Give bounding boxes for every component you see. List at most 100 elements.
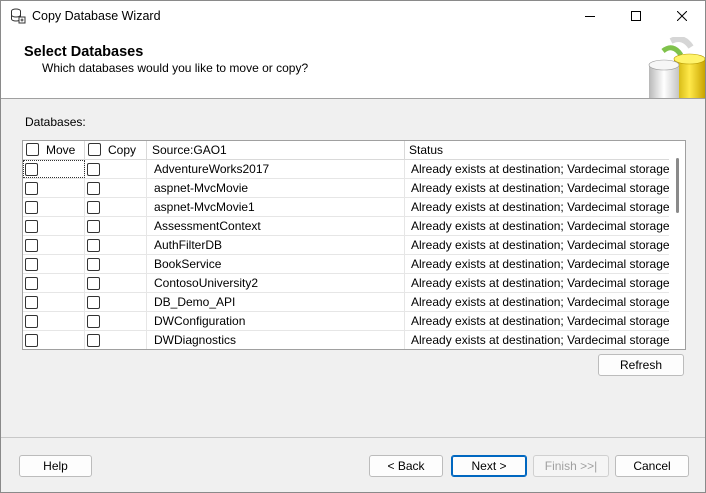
copy-cell[interactable] (85, 198, 147, 216)
table-row[interactable]: DB_Demo_API Already exists at destinatio… (23, 293, 669, 312)
vertical-scrollbar[interactable] (669, 141, 685, 349)
copy-checkbox[interactable] (87, 182, 100, 195)
move-cell[interactable] (23, 236, 85, 254)
table-row[interactable]: AssessmentContext Already exists at dest… (23, 217, 669, 236)
database-status: Already exists at destination; Vardecima… (411, 219, 669, 233)
database-name: aspnet-MvcMovie (147, 179, 405, 197)
move-checkbox[interactable] (25, 239, 38, 252)
move-cell[interactable] (23, 217, 85, 235)
wizard-header: Select Databases Which databases would y… (1, 32, 705, 99)
database-name: BookService (147, 255, 405, 273)
table-row[interactable]: DWDiagnostics Already exists at destinat… (23, 331, 669, 349)
finish-button[interactable]: Finish >>| (533, 455, 609, 477)
copy-checkbox[interactable] (87, 315, 100, 328)
copy-cell[interactable] (85, 160, 147, 178)
move-checkbox[interactable] (25, 296, 38, 309)
table-row[interactable]: DWConfiguration Already exists at destin… (23, 312, 669, 331)
database-name: DWDiagnostics (147, 331, 405, 349)
column-header-status[interactable]: Status (405, 141, 669, 159)
next-button[interactable]: Next > (451, 455, 527, 477)
table-row[interactable]: ContosoUniversity2 Already exists at des… (23, 274, 669, 293)
copy-database-wizard-window: Copy Database Wizard Select Databases Wh… (0, 0, 706, 493)
move-checkbox[interactable] (25, 258, 38, 271)
table-row[interactable]: aspnet-MvcMovie Already exists at destin… (23, 179, 669, 198)
database-name: AuthFilterDB (147, 236, 405, 254)
column-header-copy-label: Copy (108, 143, 137, 157)
copy-cell[interactable] (85, 331, 147, 349)
move-checkbox[interactable] (25, 163, 38, 176)
refresh-button[interactable]: Refresh (598, 354, 684, 376)
close-button[interactable] (659, 1, 705, 32)
database-status: Already exists at destination; Vardecima… (411, 238, 669, 252)
column-header-move[interactable]: Move (23, 141, 85, 159)
copy-checkbox[interactable] (87, 220, 100, 233)
move-cell[interactable] (23, 312, 85, 330)
copy-checkbox[interactable] (87, 201, 100, 214)
move-checkbox[interactable] (25, 277, 38, 290)
copy-cell[interactable] (85, 255, 147, 273)
move-cell[interactable] (23, 293, 85, 311)
window-title: Copy Database Wizard (32, 9, 161, 23)
table-row[interactable]: AdventureWorks2017 Already exists at des… (23, 160, 669, 179)
scrollbar-thumb[interactable] (676, 158, 679, 213)
minimize-button[interactable] (567, 1, 613, 32)
copy-checkbox[interactable] (87, 334, 100, 347)
database-name: AssessmentContext (147, 217, 405, 235)
move-cell[interactable] (23, 274, 85, 292)
help-button[interactable]: Help (19, 455, 92, 477)
move-checkbox[interactable] (25, 201, 38, 214)
column-header-copy[interactable]: Copy (85, 141, 147, 159)
table-row[interactable]: AuthFilterDB Already exists at destinati… (23, 236, 669, 255)
footer-separator (1, 437, 705, 438)
move-cell[interactable] (23, 255, 85, 273)
database-cylinders-icon (643, 36, 705, 98)
database-status: Already exists at destination; Vardecima… (411, 200, 669, 214)
move-cell[interactable] (23, 179, 85, 197)
close-icon (676, 10, 688, 24)
copy-cell[interactable] (85, 179, 147, 197)
move-cell[interactable] (23, 198, 85, 216)
move-checkbox[interactable] (25, 182, 38, 195)
database-status: Already exists at destination; Vardecima… (411, 257, 669, 271)
copy-cell[interactable] (85, 236, 147, 254)
copy-checkbox[interactable] (87, 258, 100, 271)
minimize-icon (585, 10, 595, 24)
column-header-move-label: Move (46, 143, 76, 157)
copy-checkbox[interactable] (87, 277, 100, 290)
table-row[interactable]: aspnet-MvcMovie1 Already exists at desti… (23, 198, 669, 217)
column-header-source[interactable]: Source:GAO1 (147, 141, 405, 159)
database-status: Already exists at destination; Vardecima… (411, 276, 669, 290)
database-name: AdventureWorks2017 (147, 160, 405, 178)
copy-checkbox[interactable] (87, 296, 100, 309)
copy-cell[interactable] (85, 217, 147, 235)
copy-cell[interactable] (85, 312, 147, 330)
database-name: DWConfiguration (147, 312, 405, 330)
copy-cell[interactable] (85, 274, 147, 292)
select-all-copy-checkbox[interactable] (88, 143, 101, 156)
database-status: Already exists at destination; Vardecima… (411, 181, 669, 195)
table-row[interactable]: BookService Already exists at destinatio… (23, 255, 669, 274)
database-status: Already exists at destination; Vardecima… (411, 162, 669, 176)
copy-checkbox[interactable] (87, 239, 100, 252)
database-status: Already exists at destination; Vardecima… (411, 314, 669, 328)
move-cell[interactable] (23, 331, 85, 349)
database-status: Already exists at destination; Vardecima… (411, 295, 669, 309)
title-bar[interactable]: Copy Database Wizard (1, 1, 705, 32)
copy-cell[interactable] (85, 293, 147, 311)
database-name: DB_Demo_API (147, 293, 405, 311)
cancel-button[interactable]: Cancel (615, 455, 689, 477)
move-checkbox[interactable] (25, 315, 38, 328)
move-cell[interactable] (23, 160, 85, 178)
grid-header: Move Copy Source:GAO1 Status (23, 141, 669, 160)
database-name: aspnet-MvcMovie1 (147, 198, 405, 216)
back-button[interactable]: < Back (369, 455, 443, 477)
page-title: Select Databases (24, 44, 144, 60)
move-checkbox[interactable] (25, 220, 38, 233)
database-name: ContosoUniversity2 (147, 274, 405, 292)
move-checkbox[interactable] (25, 334, 38, 347)
select-all-move-checkbox[interactable] (26, 143, 39, 156)
maximize-button[interactable] (613, 1, 659, 32)
databases-grid[interactable]: Move Copy Source:GAO1 Status AdventureWo… (22, 140, 686, 350)
copy-checkbox[interactable] (87, 163, 100, 176)
database-wizard-icon (10, 8, 26, 24)
